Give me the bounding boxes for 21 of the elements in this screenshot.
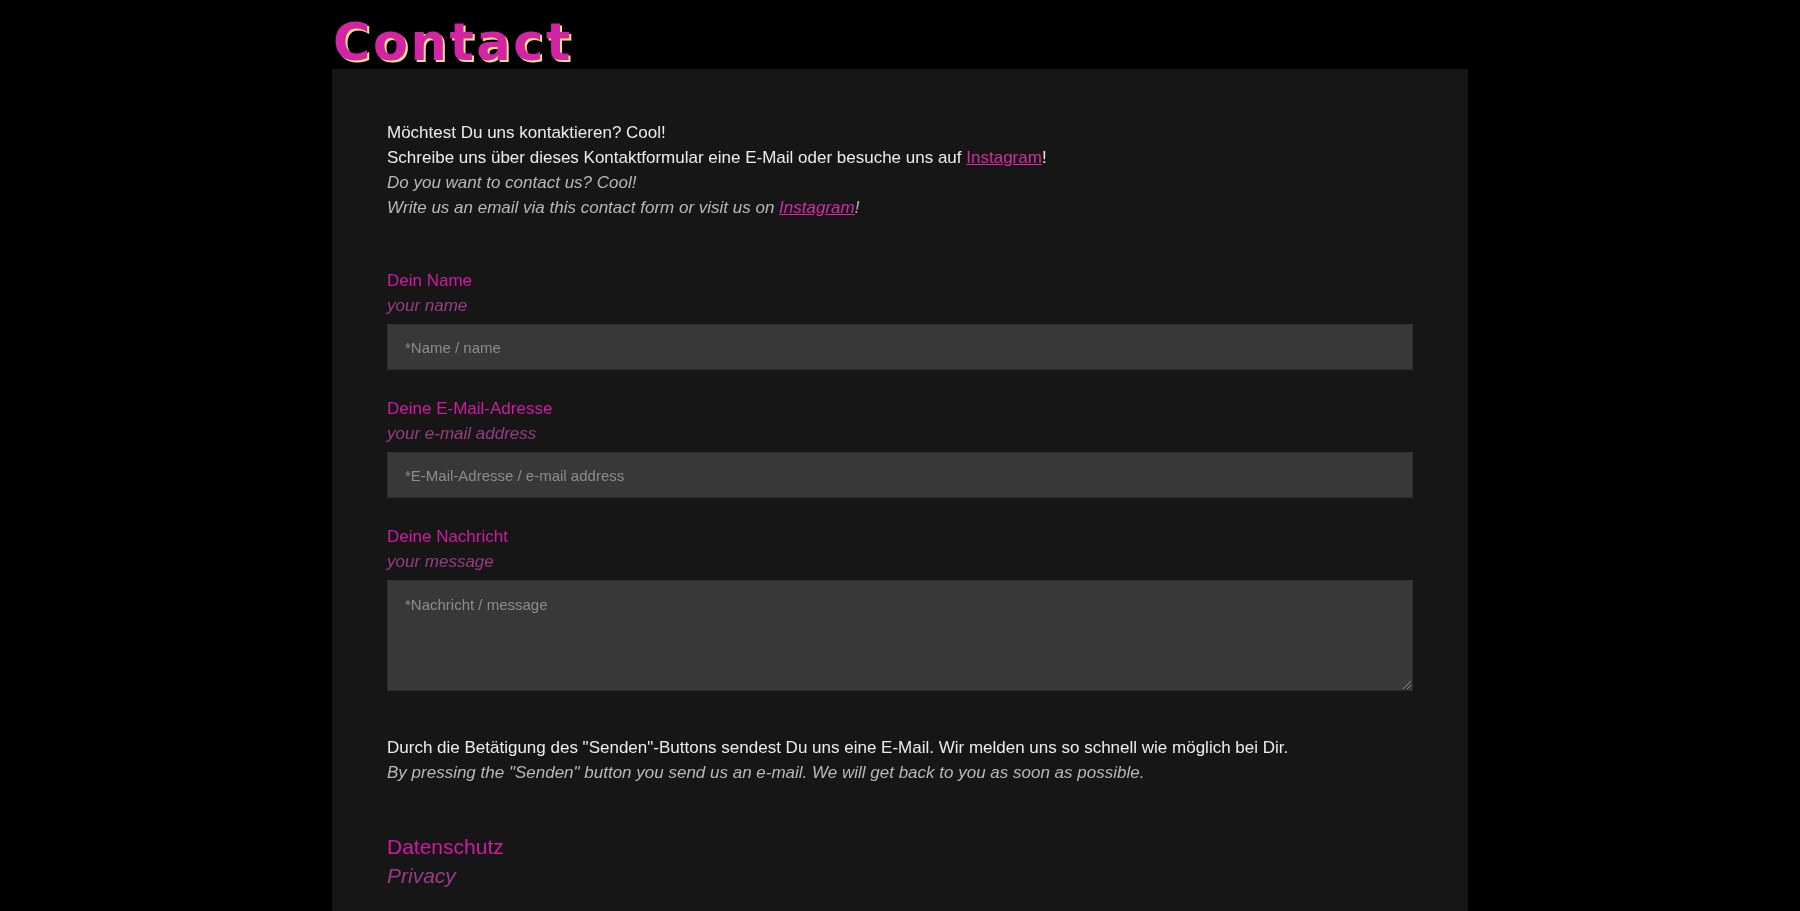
section-heading: Datenschutz	[387, 834, 504, 860]
intro-text: Schreibe uns über dieses Kontaktformular eine E-Mail oder besuche uns auf Instagram!	[387, 147, 1047, 169]
field-label: Deine E-Mail-Adresse	[387, 398, 553, 420]
field-label-translation: your message	[387, 551, 494, 573]
field-label: Deine Nachricht	[387, 526, 508, 548]
field-label-translation: your name	[387, 295, 468, 317]
intro-text: Do you want to contact us? Cool!	[387, 172, 637, 194]
input-field[interactable]: *Name / name	[387, 324, 1413, 370]
text-link[interactable]: Instagram	[779, 198, 855, 217]
intro-text: Möchtest Du uns kontaktieren? Cool!	[387, 122, 666, 144]
field-label-translation: your e-mail address	[387, 423, 537, 445]
field-label: Dein Name	[387, 270, 473, 292]
text-link[interactable]: Instagram	[966, 148, 1042, 167]
input-field[interactable]: *E-Mail-Adresse / e-mail address	[387, 452, 1413, 498]
intro-text: Write us an email via this contact form or visit us on Instagram!	[387, 197, 860, 219]
notice-text: Durch die Betätigung des "Senden"-Buttons sendest Du uns eine E-Mail. Wir melden uns so schnell wie möglich bei Dir.	[387, 737, 1289, 759]
notice-translation: By pressing the "Senden" button you send us an e-mail. We will get back to you as soon as possible.	[387, 762, 1145, 784]
resize-handle-icon[interactable]	[1403, 681, 1411, 689]
section-heading-translation: Privacy	[387, 863, 456, 889]
page-title: Contact	[333, 17, 574, 69]
message-field[interactable]: *Nachricht / message	[387, 580, 1413, 691]
